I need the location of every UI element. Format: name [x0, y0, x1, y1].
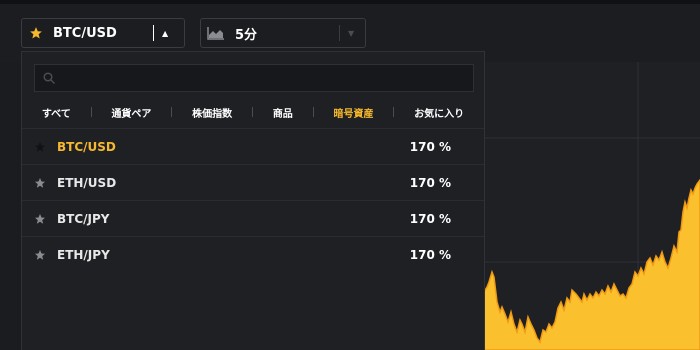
- search-icon: [43, 72, 55, 84]
- asset-payout: 170 %: [409, 247, 451, 262]
- interval-selector[interactable]: 5分 ▼: [200, 18, 366, 48]
- area-chart-icon: [207, 27, 224, 40]
- favorite-star-icon[interactable]: [34, 177, 46, 189]
- asset-row[interactable]: ETH/USD 170 %: [22, 164, 484, 200]
- asset-row[interactable]: ETH/JPY 170 %: [22, 236, 484, 272]
- asset-selector[interactable]: BTC/USD ▲: [21, 18, 185, 48]
- star-icon[interactable]: [29, 26, 43, 40]
- price-area: [484, 178, 700, 350]
- caret-up-icon[interactable]: ▲: [162, 29, 168, 38]
- asset-list: BTC/USD 170 % ETH/USD 170 % BTC/JPY 170 …: [22, 128, 484, 272]
- asset-dropdown: すべて 通貨ペア 株価指数 商品 暗号資産 お気に入り BTC/USD 170 …: [21, 51, 485, 350]
- asset-row[interactable]: BTC/USD 170 %: [22, 128, 484, 164]
- selector-divider: [153, 25, 154, 41]
- tab-stock-indices[interactable]: 株価指数: [172, 105, 252, 120]
- asset-payout: 170 %: [409, 139, 451, 154]
- caret-down-icon[interactable]: ▼: [348, 29, 354, 38]
- favorite-star-icon[interactable]: [34, 141, 46, 153]
- asset-name: ETH/JPY: [57, 247, 110, 262]
- asset-name: BTC/USD: [57, 139, 116, 154]
- asset-name: ETH/USD: [57, 175, 117, 190]
- interval-label: 5分: [235, 27, 258, 43]
- search-input[interactable]: [61, 70, 465, 86]
- asset-payout: 170 %: [409, 211, 451, 226]
- selected-asset-label: BTC/USD: [53, 25, 117, 41]
- price-chart[interactable]: [484, 62, 700, 350]
- asset-name: BTC/JPY: [57, 211, 110, 226]
- tab-crypto[interactable]: 暗号資産: [314, 105, 394, 120]
- favorite-star-icon[interactable]: [34, 249, 46, 261]
- tab-favorites[interactable]: お気に入り: [394, 105, 484, 120]
- search-box[interactable]: [34, 64, 474, 92]
- selector-divider: [339, 25, 340, 41]
- tab-commodities[interactable]: 商品: [253, 105, 313, 120]
- price-chart-svg: [484, 62, 700, 350]
- tab-currency-pairs[interactable]: 通貨ペア: [92, 105, 172, 120]
- tab-all[interactable]: すべて: [22, 105, 91, 120]
- asset-payout: 170 %: [409, 175, 451, 190]
- favorite-star-icon[interactable]: [34, 213, 46, 225]
- category-tabs: すべて 通貨ペア 株価指数 商品 暗号資産 お気に入り: [22, 98, 484, 126]
- asset-row[interactable]: BTC/JPY 170 %: [22, 200, 484, 236]
